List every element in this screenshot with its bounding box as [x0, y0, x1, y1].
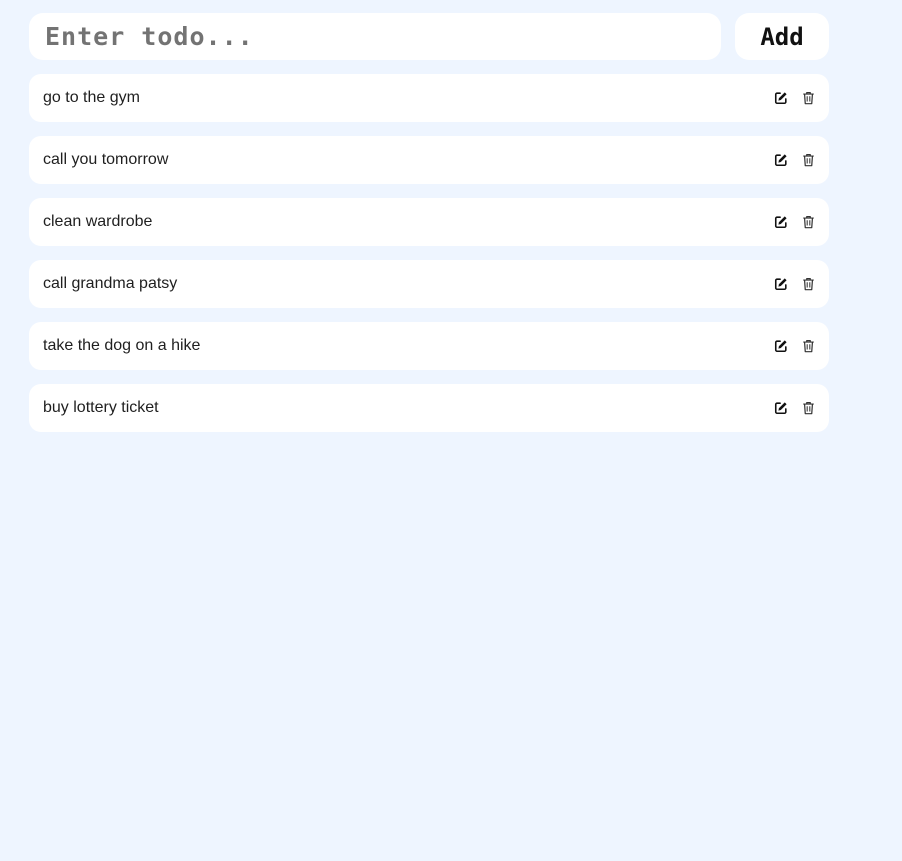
edit-icon[interactable] — [773, 152, 789, 168]
edit-icon[interactable] — [773, 214, 789, 230]
todo-item: call grandma patsy — [29, 260, 829, 308]
todo-item: clean wardrobe — [29, 198, 829, 246]
todo-text: go to the gym — [43, 89, 140, 106]
edit-icon[interactable] — [773, 90, 789, 106]
todo-text: call grandma patsy — [43, 275, 178, 292]
todo-list: go to the gym call you tomorrow clean wa… — [29, 74, 829, 432]
todo-text: call you tomorrow — [43, 151, 169, 168]
todo-text: take the dog on a hike — [43, 337, 201, 354]
trash-icon[interactable] — [800, 400, 816, 416]
trash-icon[interactable] — [800, 276, 816, 292]
todo-item: call you tomorrow — [29, 136, 829, 184]
trash-icon[interactable] — [800, 90, 816, 106]
trash-icon[interactable] — [800, 214, 816, 230]
todo-item: go to the gym — [29, 74, 829, 122]
edit-icon[interactable] — [773, 276, 789, 292]
todo-input[interactable] — [29, 13, 721, 60]
trash-icon[interactable] — [800, 152, 816, 168]
trash-icon[interactable] — [800, 338, 816, 354]
todo-item: buy lottery ticket — [29, 384, 829, 432]
todo-item: take the dog on a hike — [29, 322, 829, 370]
todo-app: Add go to the gym call you tomorrow clea… — [29, 13, 829, 446]
add-todo-row: Add — [29, 13, 829, 60]
edit-icon[interactable] — [773, 338, 789, 354]
add-button[interactable]: Add — [735, 13, 829, 60]
todo-text: clean wardrobe — [43, 213, 153, 230]
todo-text: buy lottery ticket — [43, 399, 159, 416]
edit-icon[interactable] — [773, 400, 789, 416]
